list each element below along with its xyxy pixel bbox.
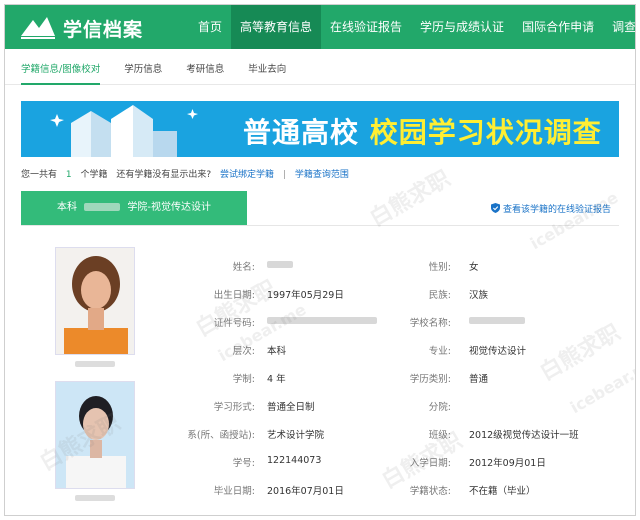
banner-title-yellow: 校园学习状况调查 — [369, 116, 602, 149]
section-divider — [21, 225, 619, 226]
banner-title: 普通高校 校园学习状况调查 — [243, 111, 602, 151]
degree-photo — [55, 381, 135, 489]
logo-book-icon — [21, 17, 55, 39]
major-value: 视觉传达设计 — [469, 346, 527, 357]
enrollment-photo — [55, 247, 135, 355]
school-value-redacted — [469, 317, 525, 324]
graduation-date-label: 毕业日期: — [213, 486, 255, 497]
graduation-date-value: 2016年07月01日 — [267, 486, 344, 497]
main-nav: 首页 高等教育信息 在线验证报告 学历与成绩认证 国际合作申请 调查/投票 — [189, 5, 635, 49]
class-value: 2012级视觉传达设计一班 — [469, 430, 579, 441]
school-label: 学校名称: — [409, 318, 451, 329]
brand-logo[interactable]: 学信档案 — [19, 12, 159, 42]
sub-nav: 学籍信息/图像校对 学历信息 考研信息 毕业去向 — [5, 59, 635, 85]
category-label: 学历类别: — [409, 374, 451, 385]
app-window: 学信档案 首页 高等教育信息 在线验证报告 学历与成绩认证 国际合作申请 调查/… — [4, 4, 636, 516]
redacted-school-name — [84, 203, 121, 211]
ethnicity-label: 民族: — [428, 290, 451, 301]
record-school-major: 学院-视觉传达设计 — [127, 202, 211, 213]
department-label: 系(所、函授站): — [187, 430, 255, 441]
status-value: 不在籍（毕业） — [469, 486, 536, 497]
duration-label: 学制: — [232, 374, 255, 385]
birth-value: 1997年05月29日 — [267, 290, 344, 301]
count-prefix: 您一共有 — [21, 170, 58, 180]
record-scope-link[interactable]: 学籍查询范围 — [295, 170, 349, 180]
banner-title-white: 普通高校 — [243, 116, 360, 149]
level-label: 层次: — [232, 346, 255, 357]
count-suffix: 个学籍 — [80, 170, 108, 180]
department-value: 艺术设计学院 — [267, 430, 325, 441]
nav-survey[interactable]: 调查/投票 — [603, 5, 635, 49]
ethnicity-value: 汉族 — [469, 290, 489, 301]
status-label: 学籍状态: — [409, 486, 451, 497]
record-count: 1 — [65, 170, 72, 180]
entry-date-label: 入学日期: — [409, 458, 451, 469]
student-portrait-pixelated — [56, 248, 134, 354]
study-form-value: 普通全日制 — [267, 402, 315, 413]
tab-enrollment-photo[interactable]: 学籍信息/图像校对 — [21, 59, 101, 85]
tab-degree-info[interactable]: 学历信息 — [124, 59, 162, 85]
class-label: 班级: — [428, 430, 451, 441]
survey-banner[interactable]: 普通高校 校园学习状况调查 — [21, 101, 619, 157]
id-label: 证件号码: — [213, 318, 255, 329]
student-number-label: 学号: — [232, 458, 255, 469]
photo2-caption-redacted — [75, 495, 115, 501]
bind-record-link[interactable]: 尝试绑定学籍 — [220, 170, 274, 180]
duration-value: 4 年 — [267, 374, 286, 385]
record-count-line: 您一共有 1 个学籍 还有学籍没有显示出来? 尝试绑定学籍 | 学籍查询范围 — [21, 167, 621, 181]
branch-label: 分院: — [428, 402, 451, 413]
nav-home[interactable]: 首页 — [189, 5, 231, 49]
banner-building-illustration — [50, 105, 198, 157]
enrollment-record-tab[interactable]: 本科 学院-视觉传达设计 — [21, 191, 247, 225]
tab-graduation-destination[interactable]: 毕业去向 — [248, 59, 286, 85]
watermark-6: 白熊求职 — [535, 320, 625, 386]
study-form-label: 学习形式: — [213, 402, 255, 413]
watermark-2: icebear.me — [526, 187, 622, 254]
birth-label: 出生日期: — [213, 290, 255, 301]
nav-degree-certification[interactable]: 学历与成绩认证 — [411, 5, 513, 49]
major-label: 专业: — [428, 346, 451, 357]
student-portrait-pixelated-2 — [56, 382, 134, 488]
nav-online-verification[interactable]: 在线验证报告 — [321, 5, 411, 49]
record-level: 本科 — [57, 202, 77, 213]
nav-higher-education[interactable]: 高等教育信息 — [231, 5, 322, 49]
student-number-value: 122144073 — [267, 455, 322, 466]
brand-title: 学信档案 — [63, 19, 144, 41]
name-label: 姓名: — [232, 262, 255, 273]
top-navbar: 学信档案 首页 高等教育信息 在线验证报告 学历与成绩认证 国际合作申请 调查/… — [5, 5, 635, 49]
photo1-caption-redacted — [75, 361, 115, 367]
link-separator: | — [282, 170, 286, 180]
watermark-7: icebear.me — [566, 351, 636, 418]
name-value-redacted — [267, 261, 293, 268]
missing-record-question: 还有学籍没有显示出来? — [116, 170, 212, 180]
watermark-3: 白熊求职 — [191, 276, 281, 342]
entry-date-value: 2012年09月01日 — [469, 458, 546, 469]
verify-link-label: 查看该学籍的在线验证报告 — [503, 205, 612, 215]
category-value: 普通 — [469, 374, 489, 385]
tab-postgrad-exam[interactable]: 考研信息 — [186, 59, 224, 85]
shield-check-icon — [491, 203, 500, 213]
gender-value: 女 — [469, 262, 479, 273]
level-value: 本科 — [267, 346, 287, 357]
view-verification-report-link[interactable]: 查看该学籍的在线验证报告 — [491, 202, 611, 215]
gender-label: 性别: — [428, 262, 451, 273]
nav-international[interactable]: 国际合作申请 — [513, 5, 603, 49]
